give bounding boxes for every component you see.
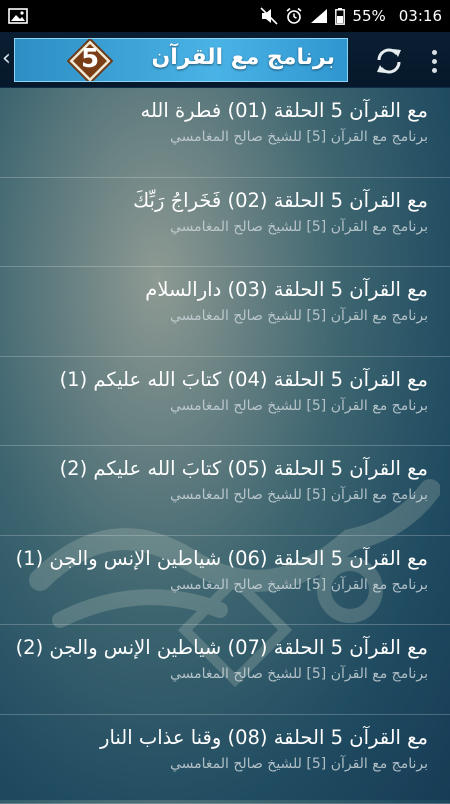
- dot: [432, 50, 437, 55]
- episode-title: مع القرآن 5 الحلقة (06) شياطين الإنس وال…: [18, 544, 428, 574]
- episode-subtitle: برنامج مع القرآن [5] للشيخ صالح المغامسي: [18, 216, 428, 238]
- episode-subtitle: برنامج مع القرآن [5] للشيخ صالح المغامسي: [18, 484, 428, 506]
- alarm-icon: [285, 7, 303, 25]
- episode-title: مع القرآن 5 الحلقة (05) كتابَ الله عليكم…: [18, 454, 428, 484]
- list-item[interactable]: مع القرآن 5 الحلقة (03) دارالسلام برنامج…: [0, 267, 450, 357]
- episode-title: مع القرآن 5 الحلقة (02) فَخَراجُ رَبِّكَ: [18, 186, 428, 216]
- banner-title: برنامج مع القرآن: [151, 45, 335, 70]
- episode-title: مع القرآن 5 الحلقة (08) وقنا عذاب النار: [18, 723, 428, 753]
- episode-subtitle: برنامج مع القرآن [5] للشيخ صالح المغامسي: [18, 574, 428, 596]
- list-item[interactable]: مع القرآن 5 الحلقة (08) وقنا عذاب النار …: [0, 715, 450, 804]
- episode-subtitle: برنامج مع القرآن [5] للشيخ صالح المغامسي: [18, 753, 428, 775]
- clock: 03:16: [399, 7, 442, 25]
- refresh-button[interactable]: [370, 42, 408, 80]
- chevron-left-icon[interactable]: ‹: [2, 46, 11, 71]
- status-bar: 55% 03:16: [0, 0, 450, 32]
- episode-subtitle: برنامج مع القرآن [5] للشيخ صالح المغامسي: [18, 126, 428, 148]
- notification-area: [8, 8, 260, 24]
- dot: [432, 59, 437, 64]
- list-item[interactable]: مع القرآن 5 الحلقة (07) شياطين الإنس وال…: [0, 625, 450, 715]
- list-item[interactable]: مع القرآن 5 الحلقة (01) فطرة الله برنامج…: [0, 88, 450, 178]
- list-item[interactable]: مع القرآن 5 الحلقة (06) شياطين الإنس وال…: [0, 536, 450, 626]
- episode-title: مع القرآن 5 الحلقة (07) شياطين الإنس وال…: [18, 633, 428, 663]
- episode-title: مع القرآن 5 الحلقة (03) دارالسلام: [18, 275, 428, 305]
- image-notification-icon: [8, 8, 28, 24]
- battery-icon: [335, 8, 345, 25]
- signal-icon: [310, 8, 328, 24]
- episode-title: مع القرآن 5 الحلقة (04) كتابَ الله عليكم…: [18, 365, 428, 395]
- banner-number: 5: [67, 44, 113, 74]
- dot: [432, 68, 437, 73]
- list-item[interactable]: مع القرآن 5 الحلقة (05) كتابَ الله عليكم…: [0, 446, 450, 536]
- episode-subtitle: برنامج مع القرآن [5] للشيخ صالح المغامسي: [18, 305, 428, 327]
- list-item[interactable]: مع القرآن 5 الحلقة (02) فَخَراجُ رَبِّكَ…: [0, 178, 450, 268]
- episode-subtitle: برنامج مع القرآن [5] للشيخ صالح المغامسي: [18, 395, 428, 417]
- episode-title: مع القرآن 5 الحلقة (01) فطرة الله: [18, 96, 428, 126]
- episode-subtitle: برنامج مع القرآن [5] للشيخ صالح المغامسي: [18, 663, 428, 685]
- refresh-icon: [374, 46, 404, 76]
- episode-list: مع القرآن 5 الحلقة (01) فطرة الله برنامج…: [0, 88, 450, 804]
- mute-icon: [260, 7, 278, 25]
- app-banner-logo: 5 برنامج مع القرآن: [14, 38, 348, 82]
- battery-percent: 55%: [352, 7, 385, 25]
- app-bar: ‹ 5 برنامج مع القرآن: [0, 32, 450, 88]
- overflow-menu-button[interactable]: [422, 42, 446, 80]
- list-item[interactable]: مع القرآن 5 الحلقة (04) كتابَ الله عليكم…: [0, 357, 450, 447]
